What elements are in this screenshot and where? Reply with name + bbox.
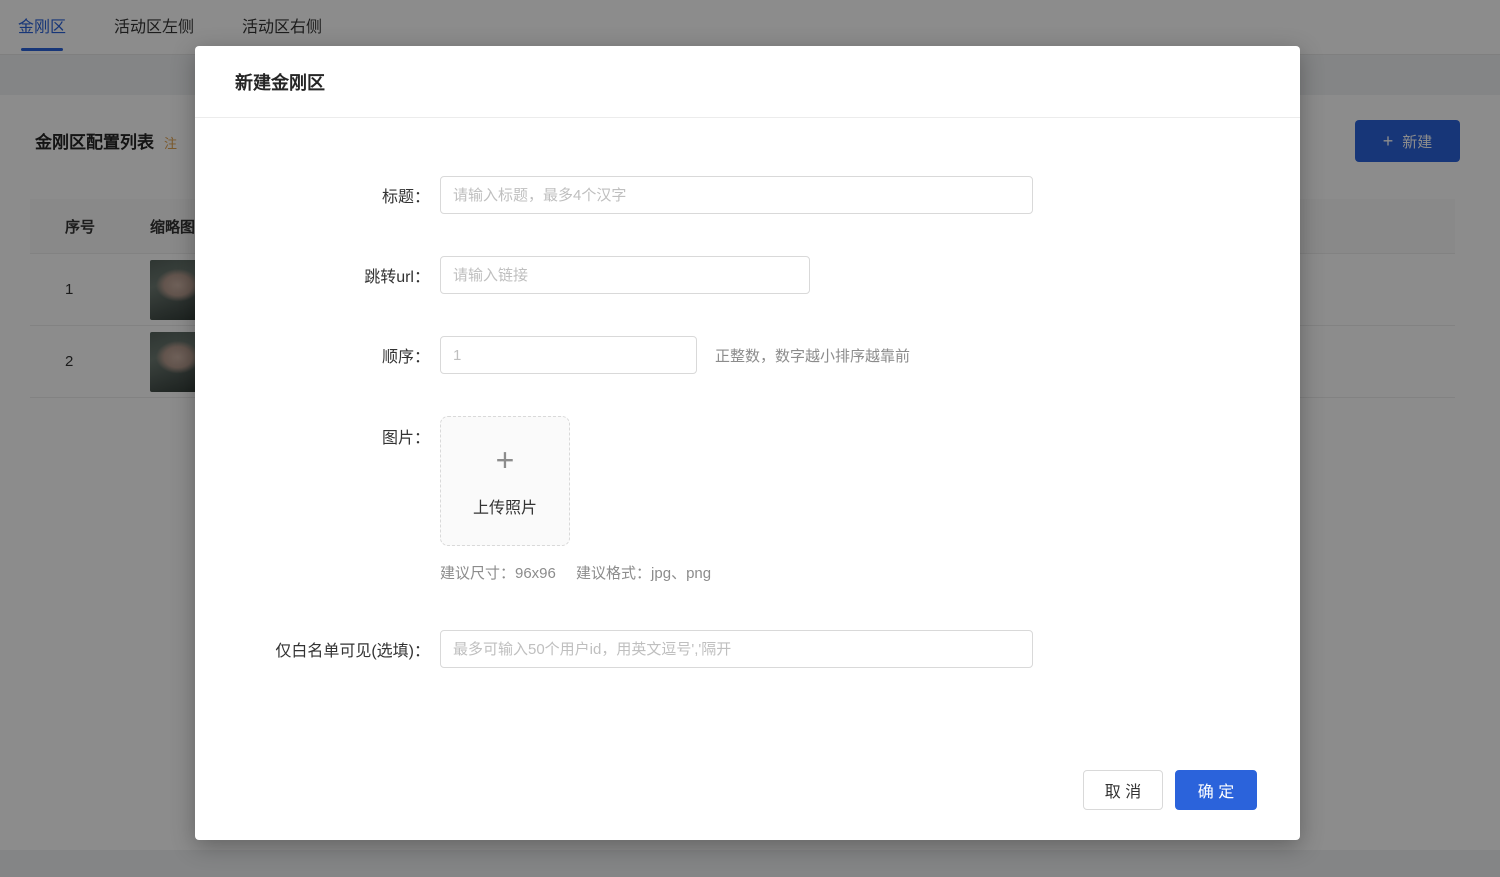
form-row-whitelist: 仅白名单可见(选填)： xyxy=(195,630,1300,668)
upload-photo-button[interactable]: + 上传照片 xyxy=(440,416,570,546)
modal-footer: 取 消 确 定 xyxy=(1083,770,1257,810)
image-label: 图片： xyxy=(195,416,440,448)
size-hint: 建议尺寸：96x96 xyxy=(440,565,556,582)
whitelist-input[interactable] xyxy=(440,630,1033,668)
form-row-order: 顺序： 正整数，数字越小排序越靠前 xyxy=(195,336,1300,374)
upload-photo-label: 上传照片 xyxy=(473,494,537,518)
create-jingangqu-modal: 新建金刚区 标题： 跳转url： 顺序： 正整数，数字越小排序越靠前 图片： +… xyxy=(195,46,1300,840)
url-label: 跳转url： xyxy=(195,263,440,287)
cancel-button[interactable]: 取 消 xyxy=(1083,770,1163,810)
order-label: 顺序： xyxy=(195,343,440,367)
format-hint: 建议格式：jpg、png xyxy=(576,565,711,582)
form-row-image: 图片： + 上传照片 建议尺寸：96x96 建议格式：jpg、png xyxy=(195,416,1300,583)
whitelist-label: 仅白名单可见(选填)： xyxy=(195,637,440,661)
image-upload-area: + 上传照片 建议尺寸：96x96 建议格式：jpg、png xyxy=(440,416,711,583)
form-row-title: 标题： xyxy=(195,176,1300,214)
confirm-button[interactable]: 确 定 xyxy=(1175,770,1257,810)
form-row-url: 跳转url： xyxy=(195,256,1300,294)
title-label: 标题： xyxy=(195,183,440,207)
title-input[interactable] xyxy=(440,176,1033,214)
upload-hints: 建议尺寸：96x96 建议格式：jpg、png xyxy=(440,562,711,583)
order-input[interactable] xyxy=(440,336,697,374)
order-hint: 正整数，数字越小排序越靠前 xyxy=(715,345,910,366)
modal-body: 标题： 跳转url： 顺序： 正整数，数字越小排序越靠前 图片： + 上传照片 … xyxy=(195,118,1300,668)
modal-title: 新建金刚区 xyxy=(235,69,325,95)
url-input[interactable] xyxy=(440,256,810,294)
plus-icon: + xyxy=(496,444,515,476)
modal-header: 新建金刚区 xyxy=(195,46,1300,118)
